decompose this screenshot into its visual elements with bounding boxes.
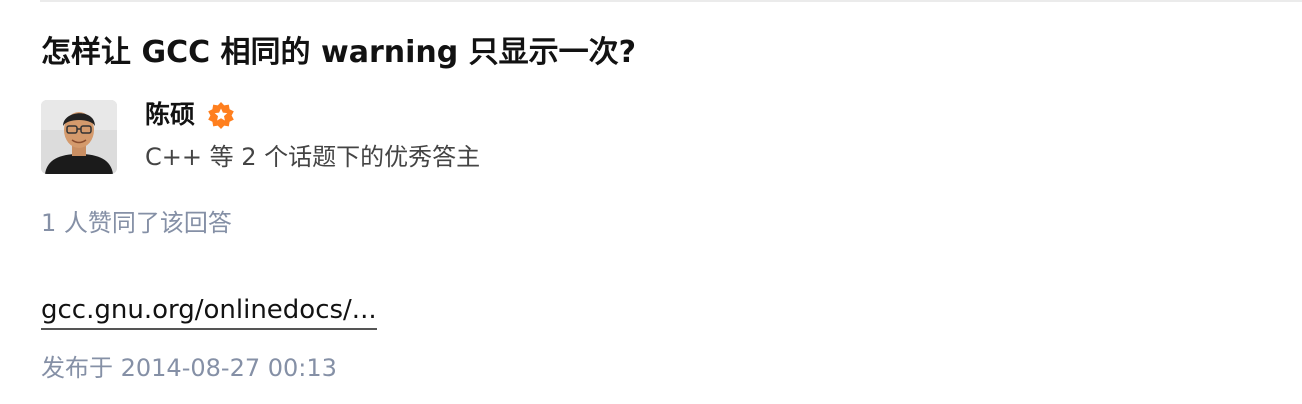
author-name[interactable]: 陈硕 [145, 97, 195, 133]
author-headline: C++ 等 2 个话题下的优秀答主 [145, 143, 481, 171]
author-name-line: 陈硕 [145, 97, 235, 133]
excellent-answerer-badge-icon[interactable] [207, 101, 235, 129]
avatar[interactable] [41, 100, 117, 174]
author-info: 陈硕 C++ 等 2 个话题下的优秀答主 [41, 100, 741, 176]
user-photo-avatar-icon [41, 100, 117, 174]
top-divider [40, 0, 1302, 2]
answer-link[interactable]: gcc.gnu.org/onlinedocs/... [41, 292, 377, 330]
publish-time[interactable]: 发布于 2014-08-27 00:13 [41, 350, 337, 386]
vote-count: 1 人赞同了该回答 [41, 209, 232, 237]
question-title[interactable]: 怎样让 GCC 相同的 warning 只显示一次? [41, 30, 636, 76]
